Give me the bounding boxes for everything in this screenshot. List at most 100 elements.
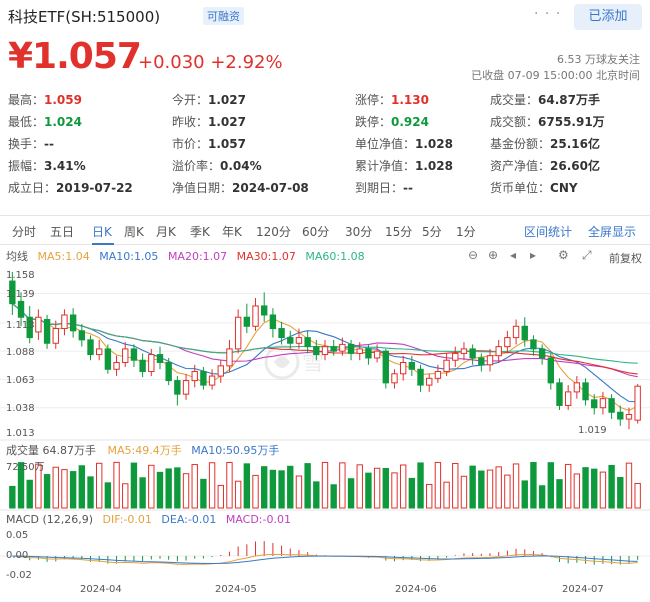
ma-legend: 均线 MA5:1.04 MA10:1.05 MA20:1.07 MA30:1.0…: [6, 248, 371, 264]
candle-body: [547, 357, 555, 384]
quote-value: 26.60亿: [550, 159, 600, 173]
candle-body: [61, 314, 68, 330]
volume-bar: [304, 463, 311, 509]
expand-icon[interactable]: ⤢: [582, 248, 592, 263]
ma20-value: MA20:1.07: [167, 250, 228, 263]
candle-body: [417, 368, 424, 386]
quote-label: 累计净值：: [355, 159, 416, 173]
tab-9[interactable]: 30分: [345, 223, 372, 240]
volume-bar: [547, 462, 555, 509]
quote-label: 涨停：: [355, 93, 392, 107]
kline-chart[interactable]: [0, 264, 650, 594]
candle-body: [582, 382, 589, 401]
candle-body: [469, 348, 476, 359]
macd-value: MACD:-0.01: [225, 513, 291, 526]
tab-1[interactable]: 五日: [50, 223, 74, 240]
quote-cell: 资产净值：26.60亿: [490, 157, 600, 174]
volume-bar: [104, 482, 112, 509]
settings-icon[interactable]: ⚙: [558, 248, 569, 262]
volume-bar: [478, 470, 485, 509]
quote-value: --: [44, 137, 54, 151]
y-label-1: 1.158: [6, 270, 35, 281]
volume-bar: [69, 471, 77, 509]
candle-body: [182, 380, 190, 395]
volume-bar: [443, 481, 450, 509]
tab-2[interactable]: 日K: [92, 223, 112, 240]
quote-label: 成立日：: [8, 181, 57, 195]
quote-cell: 今开：1.027: [172, 91, 246, 108]
volume-bar: [191, 464, 198, 509]
tab-8[interactable]: 60分: [302, 223, 329, 240]
tab-12[interactable]: 1分: [456, 223, 476, 240]
volume-bar: [426, 483, 433, 509]
x-label-apr: 2024-04: [80, 584, 122, 595]
candle-body: [504, 337, 511, 348]
added-to-watchlist-button[interactable]: 已添加: [574, 4, 642, 30]
candle-body: [69, 314, 77, 332]
volume-bar: [495, 466, 502, 509]
candle-body: [234, 316, 242, 350]
snowball-watermark-icon: 雪: [264, 344, 324, 380]
tab-4[interactable]: 月K: [156, 223, 176, 240]
volume-bar: [287, 465, 294, 509]
quote-cell: 到期日：--: [355, 179, 413, 196]
volume-legend: 成交量 64.87万手 MA5:49.4万手 MA10:50.95万手: [6, 442, 279, 458]
more-options-button[interactable]: · · ·: [534, 6, 561, 22]
active-tab-underline: [92, 243, 114, 245]
tab-6[interactable]: 年K: [222, 223, 242, 240]
candle-body: [356, 348, 363, 354]
candle-body: [521, 325, 528, 341]
quote-value: 25.16亿: [550, 137, 600, 151]
candle-body: [208, 375, 216, 386]
volume-bar: [174, 467, 181, 509]
scroll-left-icon[interactable]: ◂: [510, 248, 516, 262]
fullscreen-link[interactable]: 全屏显示: [588, 223, 636, 240]
candle-body: [530, 339, 537, 350]
candle-body: [434, 371, 442, 379]
quote-cell: 单位净值：1.028: [355, 135, 453, 152]
tab-5[interactable]: 季K: [190, 223, 210, 240]
quote-cell: 振幅：3.41%: [8, 157, 86, 174]
quote-value: 6755.91万: [538, 115, 605, 129]
tab-3[interactable]: 周K: [124, 223, 144, 240]
x-label-jun: 2024-06: [395, 584, 437, 595]
candle-body: [573, 382, 581, 393]
quote-value: 1.057: [208, 137, 246, 151]
candle-body: [365, 348, 372, 359]
macd-y-top: 0.05: [6, 530, 29, 541]
tab-11[interactable]: 5分: [422, 223, 442, 240]
quote-cell: 最低：1.024: [8, 113, 82, 130]
price-change: +0.030 +2.92%: [138, 52, 283, 73]
candle-body: [191, 371, 198, 382]
volume-bar: [9, 485, 16, 509]
quote-label: 资产净值：: [490, 159, 551, 173]
candle-body: [617, 411, 624, 420]
tab-7[interactable]: 120分: [256, 223, 291, 240]
zoom-in-icon[interactable]: ⊕: [488, 248, 498, 262]
volume-bar: [217, 484, 224, 509]
scroll-right-icon[interactable]: ▸: [530, 248, 536, 262]
quote-value: 2024-07-08: [232, 181, 309, 195]
volume-bar: [148, 464, 155, 509]
volume-bar: [313, 481, 320, 509]
tab-0[interactable]: 分时: [12, 223, 36, 240]
volume-bar: [95, 462, 103, 509]
volume-bar: [182, 473, 190, 509]
volume-bar: [261, 466, 268, 509]
margin-badge: 可融资: [203, 7, 244, 25]
volume-bar: [617, 476, 624, 509]
quote-value: 64.87万手: [538, 93, 600, 107]
interval-stats-link[interactable]: 区间统计: [524, 223, 572, 240]
tab-10[interactable]: 15分: [385, 223, 412, 240]
quote-cell: 跌停：0.924: [355, 113, 429, 130]
y-label-4: 1.088: [6, 347, 35, 358]
volume-bar: [295, 475, 303, 509]
quote-cell: 市价：1.057: [172, 135, 246, 152]
quote-value: 1.027: [208, 93, 246, 107]
ma30-value: MA30:1.07: [236, 250, 296, 263]
current-price: ¥1.057: [8, 36, 142, 77]
candle-body: [512, 325, 520, 339]
zoom-out-icon[interactable]: ⊖: [468, 248, 478, 262]
quote-label: 成交量：: [490, 93, 539, 107]
candle-body: [278, 328, 285, 339]
